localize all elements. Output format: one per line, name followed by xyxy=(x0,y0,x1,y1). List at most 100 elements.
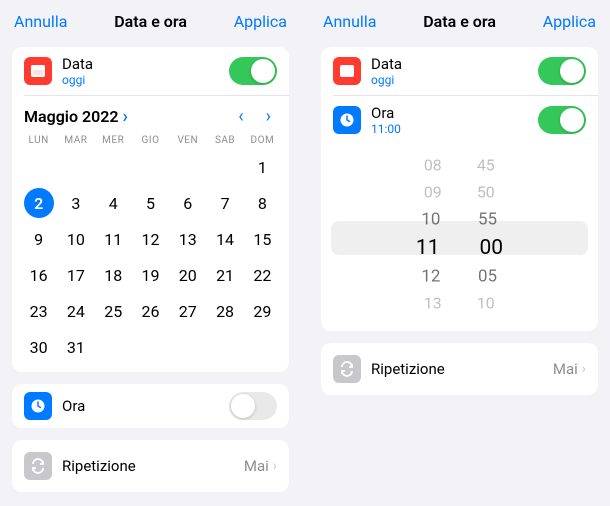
repeat-card: Ripetizione Mai › xyxy=(12,440,289,492)
picker-minute: 50 xyxy=(477,183,495,201)
month-label-text: Maggio 2022 xyxy=(24,107,119,126)
weekday-label: SAB xyxy=(206,135,243,146)
weekday-label: LUN xyxy=(20,135,57,146)
calendar-day[interactable]: 6 xyxy=(169,188,206,218)
chevron-right-icon: › xyxy=(123,106,128,127)
calendar-day[interactable]: 20 xyxy=(169,260,206,290)
page-title: Data e ora xyxy=(114,12,187,31)
picker-hour: 11 xyxy=(416,236,440,260)
calendar-day[interactable]: 27 xyxy=(169,296,206,326)
month-button[interactable]: Maggio 2022 › xyxy=(24,106,128,127)
weekday-label: GIO xyxy=(132,135,169,146)
time-picker[interactable]: 08 45 09 50 10 55 11 00 12 05 1310 xyxy=(321,144,598,331)
data-toggle-row: Data oggi xyxy=(12,47,289,95)
calendar-day[interactable]: 22 xyxy=(244,260,281,290)
repeat-row[interactable]: Ripetizione Mai › xyxy=(321,343,598,395)
picker-hour: 13 xyxy=(424,294,442,312)
calendar-day[interactable]: 23 xyxy=(20,296,57,326)
calendar-day[interactable]: 17 xyxy=(57,260,94,290)
picker-row[interactable]: 11 00 xyxy=(416,233,503,263)
calendar-day[interactable]: 21 xyxy=(206,260,243,290)
repeat-row[interactable]: Ripetizione Mai › xyxy=(12,440,289,492)
calendar-day[interactable]: 4 xyxy=(95,188,132,218)
calendar-day[interactable]: 14 xyxy=(206,224,243,254)
calendar-day[interactable]: 1 xyxy=(244,152,281,182)
picker-row[interactable]: 1310 xyxy=(424,292,495,316)
picker-row[interactable]: 10 55 xyxy=(422,207,498,232)
calendar-day[interactable]: 11 xyxy=(95,224,132,254)
calendar-day[interactable]: 19 xyxy=(132,260,169,290)
picker-minute: 55 xyxy=(478,210,497,230)
clock-icon xyxy=(24,392,52,420)
apply-button[interactable]: Applica xyxy=(543,12,596,31)
ora-switch[interactable] xyxy=(538,106,586,134)
weekday-header: LUNMARMERGIOVENSABDOM xyxy=(12,131,289,152)
header: Annulla Data e ora Applica xyxy=(309,0,610,41)
ora-card: Ora xyxy=(12,384,289,428)
calendar-day[interactable]: 13 xyxy=(169,224,206,254)
cancel-button[interactable]: Annulla xyxy=(323,12,376,31)
repeat-label: Ripetizione xyxy=(371,360,445,378)
weekday-label: VEN xyxy=(169,135,206,146)
calendar-day[interactable]: 9 xyxy=(20,224,57,254)
ora-switch[interactable] xyxy=(229,392,277,420)
calendar-day[interactable]: 26 xyxy=(132,296,169,326)
picker-hour: 08 xyxy=(424,156,442,174)
repeat-icon xyxy=(24,452,52,480)
calendar-day[interactable]: 15 xyxy=(244,224,281,254)
weekday-label: MAR xyxy=(57,135,94,146)
ora-label: Ora xyxy=(62,397,219,415)
data-sublabel: oggi xyxy=(371,73,528,87)
calendar-day[interactable]: 7 xyxy=(206,188,243,218)
chevron-right-icon: › xyxy=(273,458,277,474)
picker-row[interactable]: 08 45 xyxy=(424,154,495,178)
cancel-button[interactable]: Annulla xyxy=(14,12,67,31)
ora-label: Ora xyxy=(371,104,528,122)
pane-time: Annulla Data e ora Applica Data oggi Ora… xyxy=(309,0,610,506)
clock-icon xyxy=(333,106,361,134)
calendar-day[interactable]: 8 xyxy=(244,188,281,218)
calendar-day[interactable]: 28 xyxy=(206,296,243,326)
calendar-day[interactable]: 16 xyxy=(20,260,57,290)
picker-minute: 05 xyxy=(478,267,497,287)
calendar-day[interactable]: 12 xyxy=(132,224,169,254)
picker-hour: 12 xyxy=(422,267,441,287)
calendar-day[interactable]: 24 xyxy=(57,296,94,326)
page-title: Data e ora xyxy=(423,12,496,31)
next-month-button[interactable]: › xyxy=(266,106,271,127)
data-label: Data xyxy=(371,55,528,73)
picker-hour: 09 xyxy=(424,183,442,201)
calendar-day[interactable]: 29 xyxy=(244,296,281,326)
prev-month-button[interactable]: ‹ xyxy=(238,106,243,127)
data-label: Data xyxy=(62,55,219,73)
apply-button[interactable]: Applica xyxy=(234,12,287,31)
calendar-day[interactable]: 2 xyxy=(20,188,57,218)
picker-row[interactable]: 09 50 xyxy=(424,181,495,205)
picker-minute: 45 xyxy=(477,156,495,174)
month-selector: Maggio 2022 › ‹ › xyxy=(12,96,289,131)
calendar-day[interactable]: 25 xyxy=(95,296,132,326)
repeat-label: Ripetizione xyxy=(62,457,136,475)
calendar-day[interactable]: 31 xyxy=(57,332,94,362)
calendar-day[interactable]: 18 xyxy=(95,260,132,290)
data-switch[interactable] xyxy=(538,57,586,85)
calendar-day[interactable]: 5 xyxy=(132,188,169,218)
repeat-value: Mai xyxy=(244,457,269,475)
ora-sublabel: 11:00 xyxy=(371,122,528,136)
calendar-grid: 1234567891011121314151617181920212223242… xyxy=(12,152,289,372)
weekday-label: MER xyxy=(95,135,132,146)
picker-hour: 10 xyxy=(422,210,441,230)
repeat-icon xyxy=(333,355,361,383)
weekday-label: DOM xyxy=(244,135,281,146)
data-switch[interactable] xyxy=(229,57,277,85)
picker-row[interactable]: 12 05 xyxy=(422,264,498,289)
calendar-icon xyxy=(333,57,361,85)
ora-toggle-row: Ora xyxy=(12,384,289,428)
calendar-day[interactable]: 10 xyxy=(57,224,94,254)
calendar-icon xyxy=(24,57,52,85)
calendar-day[interactable]: 30 xyxy=(20,332,57,362)
data-sublabel: oggi xyxy=(62,73,219,87)
calendar-day[interactable]: 3 xyxy=(57,188,94,218)
pane-date: Annulla Data e ora Applica Data oggi Mag… xyxy=(0,0,301,506)
picker-minute: 00 xyxy=(480,236,504,260)
